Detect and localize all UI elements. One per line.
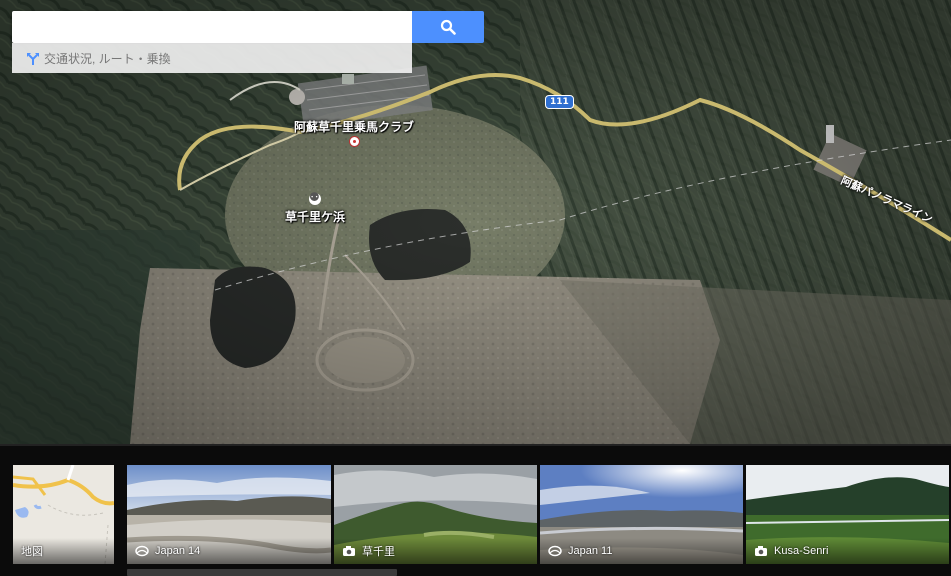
photo-card-kusa-senri[interactable]: Kusa-Senri: [746, 465, 949, 564]
route-111-shield: 111: [545, 95, 574, 109]
photosphere-icon: [135, 545, 149, 557]
kusasenri-marker-icon[interactable]: [309, 190, 321, 205]
japan14-caption: Japan 14: [127, 538, 331, 564]
search-box: [12, 11, 412, 44]
photosphere-icon: [548, 545, 562, 557]
search-button[interactable]: [412, 11, 484, 43]
kusasenri-label[interactable]: 草千里ケ浜: [285, 208, 345, 225]
directions-text: 交通状況, ルート・乗換: [44, 52, 171, 66]
kusa-senri-caption: Kusa-Senri: [746, 538, 949, 564]
map-view-card[interactable]: 地図: [13, 465, 114, 564]
kusasenri-card-label: 草千里: [362, 546, 395, 558]
photo-card-kusasenri[interactable]: 草千里: [334, 465, 537, 564]
search-icon: [440, 19, 456, 35]
japan11-label: Japan 11: [568, 545, 613, 557]
imagery-strip: 地図 Japan 14 草千里 Japan 11 Kusa-Senri: [0, 444, 951, 576]
riding-club-marker[interactable]: [349, 136, 360, 147]
photo-card-japan14[interactable]: Japan 14: [127, 465, 331, 564]
strip-scrollbar[interactable]: [127, 569, 397, 576]
japan11-caption: Japan 11: [540, 538, 743, 564]
search-input[interactable]: [22, 12, 406, 44]
map-card-label: 地図: [21, 546, 43, 558]
directions-link[interactable]: 交通状況, ルート・乗換: [12, 43, 412, 73]
map-card-caption: 地図: [13, 538, 114, 564]
satellite-map[interactable]: 阿蘇草千里乗馬クラブ 草千里ケ浜 111 阿蘇パノラマライン 交通状況, ルート…: [0, 0, 951, 444]
photo-card-japan11[interactable]: Japan 11: [540, 465, 743, 564]
kusasenri-caption: 草千里: [334, 538, 537, 564]
directions-icon: [27, 52, 39, 65]
camera-icon: [343, 546, 355, 556]
riding-club-label[interactable]: 阿蘇草千里乗馬クラブ: [294, 118, 414, 135]
japan14-label: Japan 14: [155, 545, 201, 557]
camera-icon: [755, 546, 767, 556]
kusa-senri-card-label: Kusa-Senri: [774, 545, 829, 557]
